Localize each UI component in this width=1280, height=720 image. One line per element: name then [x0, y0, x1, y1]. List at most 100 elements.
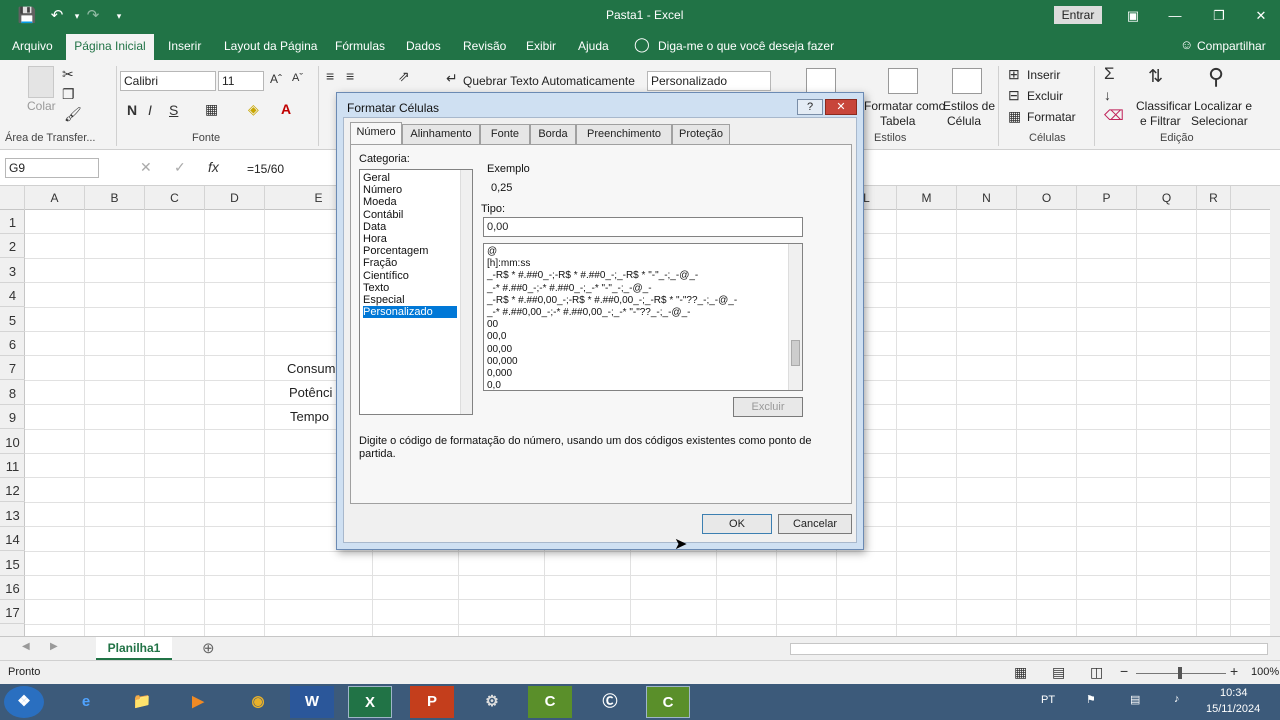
insert-cells-button[interactable]: Inserir	[1027, 68, 1060, 82]
close-icon[interactable]: ✕	[1246, 6, 1276, 26]
orientation-icon[interactable]: ⇗	[398, 68, 410, 85]
format-code-item[interactable]: 00,000	[487, 356, 518, 368]
column-header[interactable]: Q	[1137, 186, 1197, 210]
row-header[interactable]: 6	[0, 332, 25, 356]
format-cells-icon[interactable]: ▦	[1008, 108, 1021, 125]
cell-styles-icon[interactable]	[952, 68, 982, 94]
format-code-list[interactable]: @ [h]:mm:ss _-R$ * #.##0_-;-R$ * #.##0_-;_…	[483, 243, 803, 391]
autosum-icon[interactable]: Σ	[1104, 64, 1115, 84]
category-item[interactable]: Hora	[363, 233, 387, 245]
cut-icon[interactable]: ✂	[62, 66, 74, 83]
volume-icon[interactable]: ♪	[1174, 693, 1180, 705]
row-header[interactable]: 9	[0, 405, 25, 430]
paste-icon[interactable]	[28, 66, 54, 98]
camtasia-recorder-icon[interactable]: C	[646, 686, 690, 718]
start-button[interactable]: ❖	[4, 686, 44, 718]
format-code-item[interactable]: _-* #.##0,00_-;-* #.##0,00_-;_-* "-"??_-…	[487, 307, 690, 319]
row-header[interactable]: 3	[0, 259, 25, 283]
find-select-label2[interactable]: Selecionar	[1191, 114, 1248, 128]
zoom-slider-thumb[interactable]	[1178, 667, 1182, 679]
row-header[interactable]: 17	[0, 600, 25, 625]
cell-styles-label2[interactable]: Célula	[947, 114, 981, 128]
tab-numero[interactable]: Número	[350, 122, 402, 145]
underline-icon[interactable]: S	[169, 102, 178, 118]
delete-format-button[interactable]: Excluir	[733, 397, 803, 417]
tab-alinhamento[interactable]: Alinhamento	[402, 124, 480, 144]
language-indicator[interactable]: PT	[1041, 694, 1055, 706]
normal-view-icon[interactable]: ▦	[1014, 664, 1027, 681]
category-item[interactable]: Texto	[363, 282, 389, 294]
format-code-item[interactable]: 00,00	[487, 344, 512, 356]
share-button[interactable]: Compartilhar	[1197, 39, 1266, 53]
font-color-icon[interactable]: A	[281, 101, 291, 117]
ccleaner-icon[interactable]: Ⓒ	[588, 686, 632, 718]
select-all-corner[interactable]	[0, 186, 25, 210]
format-code-item[interactable]: 00,0	[487, 331, 506, 343]
tab-ajuda[interactable]: Ajuda	[578, 39, 609, 53]
ie-icon[interactable]: e	[64, 686, 108, 718]
column-header[interactable]: M	[897, 186, 957, 210]
category-list[interactable]: Geral Número Moeda Contábil Data Hora Porcenta…	[359, 169, 473, 415]
column-header[interactable]: A	[25, 186, 85, 210]
vertical-scrollbar[interactable]	[1270, 186, 1280, 636]
fill-icon[interactable]: ↓	[1104, 87, 1111, 103]
tab-protecao[interactable]: Proteção	[672, 124, 730, 144]
powerpoint-icon[interactable]: P	[410, 686, 454, 718]
format-cells-button[interactable]: Formatar	[1027, 110, 1076, 124]
horizontal-scrollbar[interactable]	[790, 643, 1268, 655]
sort-filter-label2[interactable]: e Filtrar	[1140, 114, 1181, 128]
format-code-item[interactable]: 00	[487, 319, 498, 331]
camtasia-icon[interactable]: C	[528, 686, 572, 718]
category-item[interactable]: Especial	[363, 294, 405, 306]
align-top-icon[interactable]: ≡	[326, 68, 334, 84]
minimize-icon[interactable]: —	[1160, 6, 1190, 26]
row-header[interactable]: 7	[0, 356, 25, 381]
category-item[interactable]: Data	[363, 221, 386, 233]
column-header[interactable]: O	[1017, 186, 1077, 210]
tray-flag-icon[interactable]: ⚑	[1086, 693, 1096, 706]
chrome-icon[interactable]: ◉	[236, 686, 280, 718]
customize-toolbar-icon[interactable]: ▾	[108, 6, 130, 26]
formula-input[interactable]: =15/60	[247, 162, 284, 176]
cancel-formula-icon[interactable]: ✕	[140, 159, 152, 176]
insert-cells-icon[interactable]: ⊞	[1008, 66, 1020, 83]
format-code-item[interactable]: @	[487, 246, 497, 258]
category-item[interactable]: Moeda	[363, 196, 397, 208]
tab-arquivo[interactable]: Arquivo	[12, 39, 53, 53]
format-code-item[interactable]: 0,000	[487, 368, 512, 380]
sheet-tab-planilha1[interactable]: Planilha1	[96, 637, 172, 660]
page-break-icon[interactable]: ◫	[1090, 664, 1103, 681]
row-header[interactable]: 16	[0, 576, 25, 600]
sort-filter-label[interactable]: Classificar	[1136, 99, 1191, 113]
row-header[interactable]: 15	[0, 552, 25, 576]
zoom-level[interactable]: 100%	[1251, 666, 1279, 678]
category-item[interactable]: Porcentagem	[363, 245, 428, 257]
align-middle-icon[interactable]: ≡	[346, 68, 354, 84]
type-input[interactable]: 0,00	[483, 217, 803, 237]
category-item[interactable]: Personalizado	[363, 306, 457, 319]
zoom-in-icon[interactable]: +	[1230, 663, 1238, 679]
tellme-search[interactable]: Diga-me o que você deseja fazer	[658, 39, 834, 53]
sort-filter-icon[interactable]: ⇅	[1148, 66, 1163, 87]
row-header[interactable]: 13	[0, 503, 25, 527]
enter-formula-icon[interactable]: ✓	[174, 159, 186, 176]
tab-borda[interactable]: Borda	[530, 124, 576, 144]
copy-icon[interactable]: ❐	[62, 86, 75, 103]
delete-cells-button[interactable]: Excluir	[1027, 89, 1063, 103]
format-code-item[interactable]: [h]:mm:ss	[487, 258, 530, 270]
save-icon[interactable]: 💾	[16, 6, 38, 26]
category-item[interactable]: Científico	[363, 270, 409, 282]
fill-color-icon[interactable]: ◈	[248, 101, 259, 118]
tab-pagina-inicial[interactable]: Página Inicial	[66, 34, 154, 60]
page-layout-icon[interactable]: ▤	[1052, 664, 1065, 681]
zoom-out-icon[interactable]: −	[1120, 663, 1128, 679]
category-item[interactable]: Fração	[363, 257, 397, 269]
tab-revisao[interactable]: Revisão	[463, 39, 506, 53]
delete-cells-icon[interactable]: ⊟	[1008, 87, 1020, 104]
signin-button[interactable]: Entrar	[1054, 6, 1102, 24]
network-icon[interactable]: ▤	[1130, 693, 1140, 706]
row-header[interactable]: 8	[0, 381, 25, 405]
row-header[interactable]: 12	[0, 478, 25, 503]
format-as-table-icon[interactable]	[888, 68, 918, 94]
row-header[interactable]: 14	[0, 527, 25, 552]
